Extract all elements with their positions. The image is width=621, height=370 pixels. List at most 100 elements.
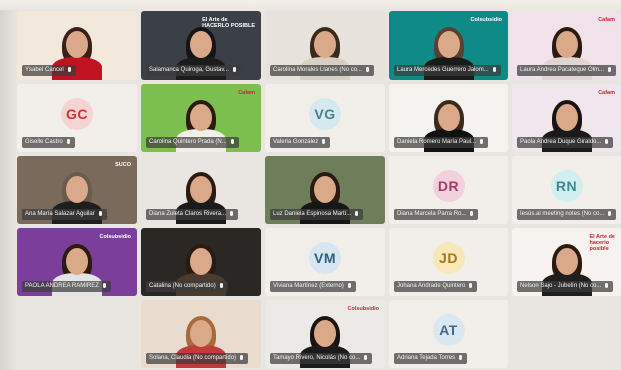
participant-nameplate: PAOLA ANDREA RAMIREZ [22, 281, 111, 292]
microphone-icon[interactable] [239, 355, 244, 362]
participant-name: Daniela Romero María Paul... [397, 139, 477, 145]
participant-tile[interactable]: RN Iesús.ai meeting notes (No co... [512, 156, 621, 224]
participant-nameplate: Adriana Tejada Torres [394, 353, 468, 364]
participant-nameplate: Nelson Sajo - Jubelín (No co... [517, 281, 614, 292]
participant-tile[interactable]: Colsubsidio Tamayo Rivero, Nicolás (No co… [265, 300, 385, 368]
participant-tile[interactable]: Cafam Laura Andrea Pacateque Olm... [512, 11, 621, 80]
microphone-icon[interactable] [607, 211, 612, 218]
microphone-icon[interactable] [468, 283, 473, 290]
participant-name: Carolina Quintero Prada (N... [149, 139, 227, 145]
participant-avatar: RN [550, 169, 583, 202]
background-logo: Cafam [238, 90, 255, 96]
participant-nameplate: Carolina Quintero Prada (N... [146, 137, 239, 148]
participant-face [437, 31, 460, 58]
participant-face [190, 31, 212, 58]
participant-face [66, 248, 88, 275]
participant-name: Solana, Claudia (No compartido) [149, 355, 237, 361]
participant-avatar: JD [432, 241, 465, 274]
participant-name: Nelson Sajo - Jubelín (No co... [520, 283, 602, 289]
microphone-icon[interactable] [492, 67, 497, 74]
participant-name: Tamayo Rivero, Nicolás (No co... [273, 355, 361, 361]
microphone-icon[interactable] [604, 283, 609, 290]
participant-face [555, 248, 578, 275]
microphone-icon[interactable] [469, 211, 474, 218]
microphone-icon[interactable] [365, 67, 370, 74]
microphone-icon[interactable] [98, 211, 103, 218]
participant-nameplate: Paola Andrea Duque Giraldo... [517, 137, 614, 148]
participant-face [555, 31, 578, 58]
participant-nameplate: Johana Andrade Quintero [394, 281, 478, 292]
participant-nameplate: Luz Daniela Espinosa Martí... [270, 209, 364, 220]
participant-tile[interactable]: Carolina Morales Llanes (No co... [265, 11, 385, 80]
participant-avatar: VG [309, 97, 341, 130]
microphone-icon[interactable] [604, 139, 609, 146]
participant-tile[interactable]: Ysabel Cancel [17, 11, 137, 80]
participant-name: Carolina Morales Llanes (No co... [273, 67, 363, 73]
microphone-icon[interactable] [321, 139, 326, 146]
participant-tile[interactable]: El Arte de hacerlo posible Nelson Sajo - … [512, 228, 621, 296]
participant-nameplate: Valeria González [270, 137, 331, 148]
participant-name: Paola Andrea Duque Giraldo... [520, 139, 602, 145]
participant-tile[interactable]: GC Giselle Castro [17, 84, 137, 152]
participant-nameplate: Giselle Castro [22, 137, 75, 148]
participant-tile[interactable]: Diana Zuleta Claros Rivera... [141, 156, 261, 224]
microphone-icon[interactable] [229, 211, 234, 218]
participant-face [190, 320, 212, 347]
participant-name: Viviana Martínez (Externo) [273, 283, 344, 289]
participant-tile[interactable]: Luz Daniela Espinosa Martí... [265, 156, 385, 224]
microphone-icon[interactable] [102, 283, 107, 290]
background-logo: Cafam [598, 17, 615, 23]
participant-tile[interactable]: VG Valeria González [265, 84, 385, 152]
microphone-icon[interactable] [479, 139, 484, 146]
participant-tile[interactable]: JD Johana Andrade Quintero [389, 228, 508, 296]
participant-name: Ysabel Cancel [25, 67, 64, 73]
microphone-icon[interactable] [67, 67, 72, 74]
participant-face [190, 104, 212, 131]
microphone-icon[interactable] [219, 283, 224, 290]
microphone-icon[interactable] [363, 355, 368, 362]
participant-name: Salamanca Quiroga, Gustav... [149, 67, 229, 73]
participant-name: Diana Zuleta Claros Rivera... [149, 211, 227, 217]
participant-tile[interactable]: Daniela Romero María Paul... [389, 84, 508, 152]
participant-tile[interactable]: El Arte de HACERLO POSIBLE Salamanca Quir… [141, 11, 261, 80]
participant-name: Laura Mercedes Guerrero Jalom... [397, 67, 489, 73]
participant-face [190, 248, 212, 275]
participant-tile[interactable]: DR Diana Marcela Parra Ro... [389, 156, 508, 224]
participant-face [555, 104, 578, 131]
participant-tile[interactable]: Cafam Paola Andrea Duque Giraldo... [512, 84, 621, 152]
microphone-icon[interactable] [354, 211, 359, 218]
participant-nameplate: Catalina (No compartido) [146, 281, 228, 292]
participant-tile[interactable]: Cafam Carolina Quintero Prada (N... [141, 84, 261, 152]
microphone-icon[interactable] [607, 67, 612, 74]
microphone-icon[interactable] [230, 139, 235, 146]
participant-name: Ana María Salazar Aguilar [25, 211, 95, 217]
participant-nameplate: Laura Mercedes Guerrero Jalom... [394, 65, 501, 76]
microphone-icon[interactable] [347, 283, 352, 290]
participant-nameplate: Tamayo Rivero, Nicolás (No co... [270, 353, 373, 364]
participant-face [66, 31, 88, 58]
participant-face [66, 176, 88, 203]
microphone-icon[interactable] [232, 67, 237, 74]
participant-tile[interactable]: VM Viviana Martínez (Externo) [265, 228, 385, 296]
participant-tile[interactable]: Colsubsidio Laura Mercedes Guerrero Jalom… [389, 11, 508, 80]
participant-name: Luz Daniela Espinosa Martí... [273, 211, 352, 217]
participant-nameplate: Diana Zuleta Claros Rivera... [146, 209, 239, 220]
participant-tile[interactable]: Solana, Claudia (No compartido) [141, 300, 261, 368]
participant-nameplate: Salamanca Quiroga, Gustav... [146, 65, 241, 76]
microphone-icon[interactable] [66, 139, 71, 146]
participant-nameplate: Ysabel Cancel [22, 65, 76, 76]
background-logo: SUCO [115, 162, 131, 168]
participant-avatar: AT [432, 313, 465, 346]
participant-nameplate: Solana, Claudia (No compartido) [146, 353, 249, 364]
participant-name: Giselle Castro [25, 139, 63, 145]
participant-avatar: DR [432, 169, 465, 202]
participant-tile[interactable]: AT Adriana Tejada Torres [389, 300, 508, 368]
participant-avatar: VM [309, 241, 341, 274]
participant-grid: Ysabel Cancel El Arte de HACERLO POSIBLE S… [0, 0, 621, 370]
participant-name: Adriana Tejada Torres [397, 355, 456, 361]
participant-tile[interactable]: Catalina (No compartido) [141, 228, 261, 296]
microphone-icon[interactable] [458, 355, 463, 362]
participant-avatar: GC [61, 97, 93, 130]
participant-tile[interactable]: SUCO Ana María Salazar Aguilar [17, 156, 137, 224]
participant-tile[interactable]: Colsubsidio PAOLA ANDREA RAMIREZ [17, 228, 137, 296]
